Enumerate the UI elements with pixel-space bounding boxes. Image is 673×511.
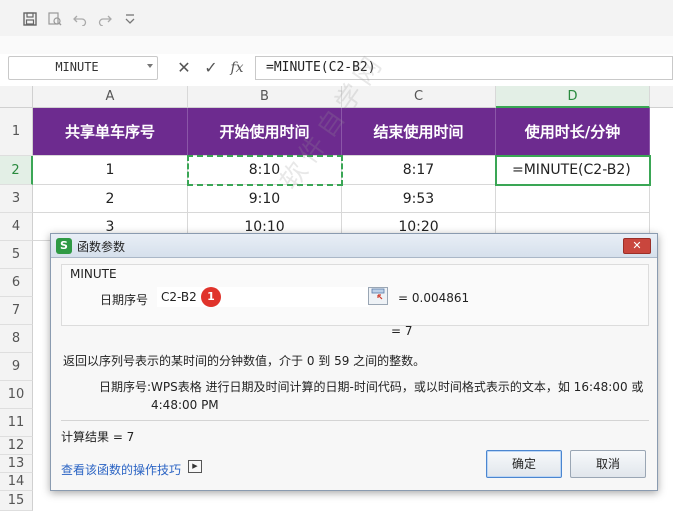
row-header-6[interactable]: 6 <box>0 269 33 297</box>
header-cell-duration[interactable]: 使用时长/分钟 <box>496 108 650 156</box>
row-header-7[interactable]: 7 <box>0 297 33 325</box>
select-all-corner[interactable] <box>0 86 33 108</box>
quick-access-toolbar <box>0 0 673 36</box>
row-header-2[interactable]: 2 <box>0 156 33 185</box>
insert-function-icon[interactable]: fx <box>227 57 247 79</box>
function-name: MINUTE <box>70 267 117 281</box>
wps-app-icon: S <box>56 238 72 254</box>
row-header-14[interactable]: 14 <box>0 473 33 491</box>
column-header-d[interactable]: D <box>496 86 650 108</box>
header-cell-start-time[interactable]: 开始使用时间 <box>188 108 342 156</box>
function-arguments-dialog: S 函数参数 ✕ MINUTE 日期序号 C2-B2 1 = 0.004861 … <box>50 233 658 491</box>
row-header-3[interactable]: 3 <box>0 185 33 213</box>
cell-c2[interactable]: 8:17 <box>342 156 496 185</box>
save-icon[interactable] <box>22 12 38 28</box>
cell-d2[interactable]: =MINUTE(C2-B2) <box>496 156 650 185</box>
row-header-8[interactable]: 8 <box>0 325 33 353</box>
ok-button[interactable]: 确定 <box>486 450 562 478</box>
undo-icon[interactable] <box>72 12 88 28</box>
row-header-9[interactable]: 9 <box>0 353 33 381</box>
row-header-13[interactable]: 13 <box>0 455 33 473</box>
row-header-5[interactable]: 5 <box>0 241 33 269</box>
print-preview-icon[interactable] <box>47 12 63 28</box>
customize-dropdown-icon[interactable] <box>122 12 138 28</box>
formula-result-preview: = 7 <box>391 324 413 338</box>
cell-b2[interactable]: 8:10 <box>188 156 342 185</box>
cancel-button[interactable]: 取消 <box>570 450 646 478</box>
argument-group: MINUTE 日期序号 C2-B2 1 = 0.004861 <box>61 264 649 326</box>
confirm-formula-icon[interactable]: ✓ <box>201 57 221 79</box>
parameter-help-text: WPS表格 进行日期及时间计算的日期-时间代码，或以时间格式表示的文本，如 16… <box>151 380 644 412</box>
cell-a2[interactable]: 1 <box>33 156 188 185</box>
ribbon-band <box>0 36 673 54</box>
cell-c3[interactable]: 9:53 <box>342 185 496 213</box>
argument-input[interactable]: C2-B2 <box>157 287 369 307</box>
help-link[interactable]: 查看该函数的操作技巧 <box>61 461 181 478</box>
formula-bar: MINUTE ✕ ✓ fx =MINUTE(C2-B2) <box>0 54 673 84</box>
argument-result: = 0.004861 <box>398 291 470 305</box>
cancel-formula-icon[interactable]: ✕ <box>174 57 194 79</box>
dialog-title-bar[interactable]: S 函数参数 ✕ <box>51 234 657 258</box>
formula-text: =MINUTE(C2-B2) <box>266 60 376 75</box>
column-header-e[interactable] <box>650 86 673 108</box>
dialog-divider <box>61 420 649 421</box>
row-header-12[interactable]: 12 <box>0 437 33 455</box>
argument-label: 日期序号 <box>100 293 149 307</box>
column-header-c[interactable]: C <box>342 86 496 108</box>
cancel-button-label: 取消 <box>595 457 620 471</box>
row-header-4[interactable]: 4 <box>0 213 33 241</box>
column-header-a[interactable]: A <box>33 86 188 108</box>
cell-d3[interactable] <box>496 185 650 213</box>
name-box-dropdown-icon[interactable] <box>147 64 153 68</box>
video-tutorial-icon[interactable]: ▶ <box>188 460 202 473</box>
cell-b3[interactable]: 9:10 <box>188 185 342 213</box>
name-box-value: MINUTE <box>55 60 99 74</box>
column-header-b[interactable]: B <box>188 86 342 108</box>
row-header-10[interactable]: 10 <box>0 381 33 409</box>
header-cell-bike-id[interactable]: 共享单车序号 <box>33 108 188 156</box>
header-cell-end-time[interactable]: 结束使用时间 <box>342 108 496 156</box>
row-header-1[interactable]: 1 <box>0 108 33 156</box>
row-header-11[interactable]: 11 <box>0 409 33 437</box>
function-description: 返回以序列号表示的某时间的分钟数值，介于 0 到 59 之间的整数。 <box>63 354 426 368</box>
cell-a3[interactable]: 2 <box>33 185 188 213</box>
dialog-title: 函数参数 <box>77 240 126 254</box>
close-icon[interactable]: ✕ <box>623 238 651 254</box>
step-badge-1: 1 <box>201 287 221 307</box>
parameter-help-label: 日期序号: <box>99 380 152 394</box>
formula-input[interactable]: =MINUTE(C2-B2) <box>255 56 673 80</box>
range-select-icon[interactable] <box>368 287 388 305</box>
row-header-15[interactable]: 15 <box>0 491 33 511</box>
redo-icon[interactable] <box>97 12 113 28</box>
calculation-result: 计算结果 = 7 <box>61 430 135 444</box>
name-box[interactable]: MINUTE <box>8 56 158 80</box>
ok-button-label: 确定 <box>511 457 536 471</box>
